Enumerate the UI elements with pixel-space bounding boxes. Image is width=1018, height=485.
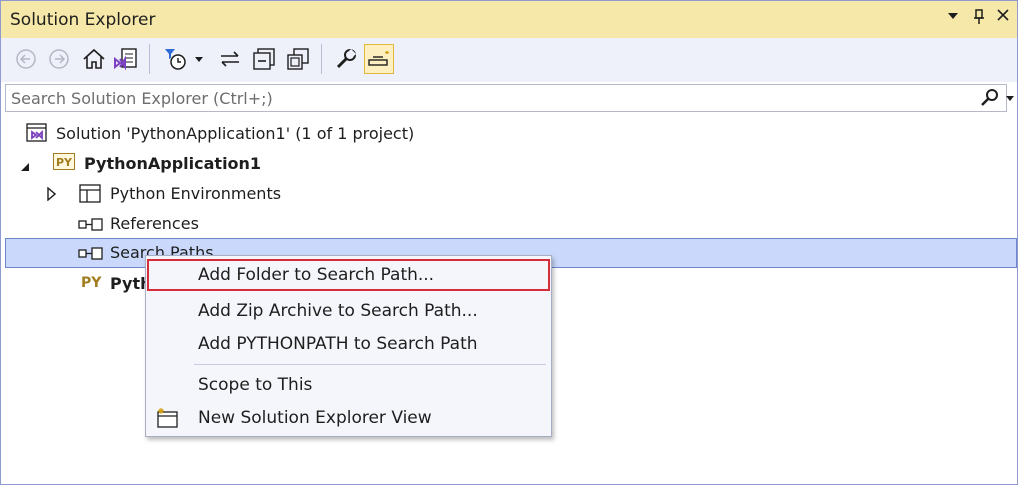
switch-views-button[interactable] <box>111 44 141 74</box>
toolbar <box>1 38 1017 82</box>
search-icon <box>981 89 998 106</box>
tree-item-project[interactable]: PY PythonApplication1 <box>5 149 1017 179</box>
preview-selected-items-button[interactable] <box>364 44 394 74</box>
show-all-files-button[interactable] <box>283 44 313 74</box>
menu-item-add-pythonpath[interactable]: Add PYTHONPATH to Search Path <box>148 328 549 360</box>
pending-changes-filter-button[interactable] <box>161 44 191 74</box>
home-button[interactable] <box>79 44 109 74</box>
collapse-all-button[interactable] <box>249 44 279 74</box>
menu-item-add-zip-archive[interactable]: Add Zip Archive to Search Path... <box>148 295 549 327</box>
menu-item-scope-to-this[interactable]: Scope to This <box>148 369 549 401</box>
sync-icon <box>221 51 239 67</box>
back-button[interactable] <box>11 44 41 74</box>
python-file-icon: PY <box>81 275 102 291</box>
context-menu: Add Folder to Search Path... Add Zip Arc… <box>145 255 552 437</box>
chevron-down-icon <box>948 13 958 19</box>
search-box <box>5 84 1014 112</box>
tree-item-solution[interactable]: Solution 'PythonApplication1' (1 of 1 pr… <box>5 119 1017 149</box>
collapsed-arrow-icon[interactable] <box>47 186 57 205</box>
window-title: Solution Explorer <box>10 10 156 30</box>
forward-icon <box>49 49 69 69</box>
python-environments-icon <box>79 184 101 208</box>
menu-separator <box>194 364 546 365</box>
project-label: PythonApplication1 <box>84 154 262 173</box>
close-icon <box>997 9 1009 21</box>
menu-item-label: Add Zip Archive to Search Path... <box>198 301 478 321</box>
close-button[interactable] <box>993 9 1013 25</box>
tree-item-python-environments[interactable]: Python Environments <box>5 179 1017 209</box>
pin-icon <box>974 9 984 24</box>
back-icon <box>16 49 36 69</box>
properties-button[interactable] <box>331 44 361 74</box>
menu-item-label: Add Folder to Search Path... <box>198 265 435 285</box>
sync-with-active-document-button[interactable] <box>215 44 245 74</box>
chevron-down-icon <box>1006 96 1014 101</box>
toolbar-separator <box>321 44 322 74</box>
search-input[interactable] <box>11 87 971 109</box>
search-paths-icon <box>78 246 104 265</box>
tree-item-references[interactable]: References <box>5 209 1017 239</box>
menu-item-add-folder-to-search-path[interactable]: Add Folder to Search Path... <box>147 259 550 291</box>
show-all-files-icon <box>287 48 309 70</box>
search-options-dropdown[interactable] <box>1006 88 1014 112</box>
filter-dropdown[interactable] <box>191 44 207 74</box>
window-options-dropdown[interactable] <box>943 9 963 25</box>
new-window-icon <box>155 407 179 433</box>
collapse-all-icon <box>253 48 275 70</box>
pending-changes-filter-icon <box>165 49 186 70</box>
wrench-icon <box>336 48 357 69</box>
search-button[interactable] <box>980 88 1000 112</box>
references-label: References <box>110 214 199 233</box>
home-icon <box>83 48 105 69</box>
menu-item-label: Scope to This <box>198 375 313 395</box>
switch-views-icon <box>114 48 137 71</box>
expanded-arrow-icon[interactable] <box>20 157 30 176</box>
title-bar: Solution Explorer <box>1 1 1017 38</box>
python-project-icon: PY <box>53 153 75 170</box>
forward-button[interactable] <box>44 44 74 74</box>
solution-label: Solution 'PythonApplication1' (1 of 1 pr… <box>56 124 415 143</box>
references-icon <box>78 217 104 236</box>
toolbar-separator <box>149 44 150 74</box>
menu-item-label: New Solution Explorer View <box>198 408 432 428</box>
menu-item-label: Add PYTHONPATH to Search Path <box>198 334 478 354</box>
preview-selected-items-icon <box>368 51 389 66</box>
pin-button[interactable] <box>969 9 989 29</box>
python-environments-label: Python Environments <box>110 184 282 203</box>
menu-item-new-solution-explorer-view[interactable]: New Solution Explorer View <box>148 402 549 434</box>
chevron-down-icon <box>195 57 203 62</box>
solution-icon <box>25 122 49 148</box>
